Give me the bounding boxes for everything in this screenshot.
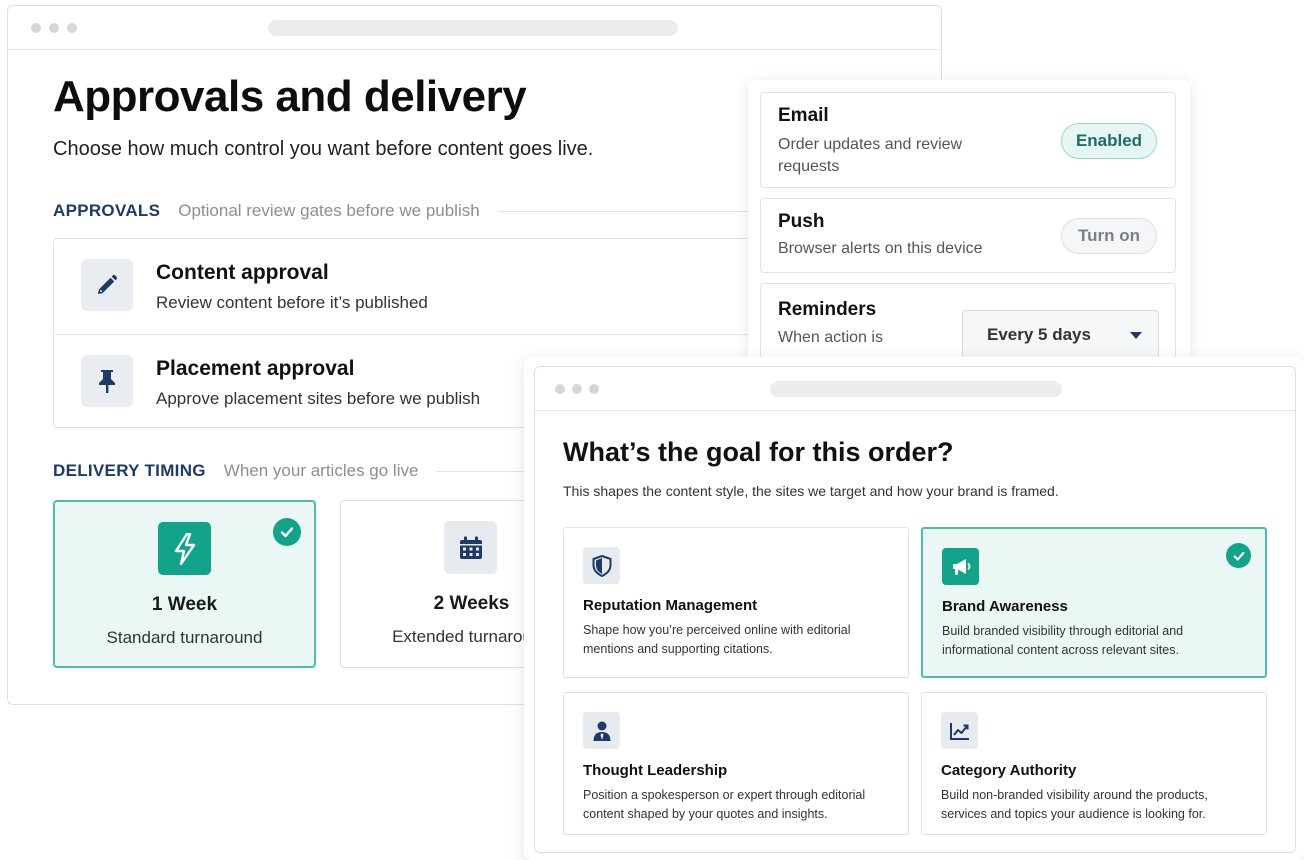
person-icon <box>583 712 620 749</box>
caret-down-icon <box>1130 332 1142 339</box>
goal-window-frame: What’s the goal for this order? This sha… <box>524 357 1304 860</box>
page-title: Approvals and delivery <box>53 72 527 121</box>
calendar-icon <box>444 521 497 574</box>
window-dot <box>67 23 77 33</box>
approval-description: Review content before it’s published <box>156 293 428 312</box>
pin-icon <box>81 355 133 407</box>
goal-description: Build non-branded visibility around the … <box>941 788 1208 821</box>
goal-description: Shape how you’re perceived online with e… <box>583 623 851 656</box>
window-dot <box>589 384 599 394</box>
address-bar[interactable] <box>268 20 678 36</box>
goal-description: Build branded visibility through editori… <box>942 624 1184 657</box>
section-label: APPROVALS <box>53 201 161 220</box>
section-description: Optional review gates before we publish <box>178 201 480 220</box>
window-dot <box>31 23 41 33</box>
approval-description: Approve placement sites before we publis… <box>156 389 481 408</box>
notification-title: Email <box>778 105 829 126</box>
goal-option-brand-awareness[interactable]: Brand Awareness Build branded visibility… <box>921 527 1267 678</box>
line-chart-icon <box>941 712 978 749</box>
check-icon <box>273 518 301 546</box>
goal-title: Brand Awareness <box>942 598 1068 615</box>
notification-description: When action is <box>778 329 883 346</box>
approval-title: Placement approval <box>156 357 355 380</box>
reminder-frequency-select[interactable]: Every 5 days <box>962 310 1159 360</box>
section-label: DELIVERY TIMING <box>53 461 206 480</box>
window-titlebar <box>535 367 1295 411</box>
push-turn-on-button[interactable]: Turn on <box>1061 218 1157 254</box>
delivery-option-1-week[interactable]: 1 Week Standard turnaround <box>53 500 316 668</box>
push-notification-card: Push Browser alerts on this device Turn … <box>760 198 1176 273</box>
goal-title: Category Authority <box>941 762 1077 779</box>
window-titlebar <box>8 6 941 50</box>
notification-title: Reminders <box>778 299 877 320</box>
pencil-icon <box>81 259 133 311</box>
delivery-option-description: Standard turnaround <box>106 628 263 647</box>
page-title: What’s the goal for this order? <box>563 437 954 467</box>
select-value: Every 5 days <box>987 325 1091 344</box>
goal-option-thought-leadership[interactable]: Thought Leadership Position a spokespers… <box>563 692 909 835</box>
page-subtitle: Choose how much control you want before … <box>53 138 594 160</box>
goal-title: Reputation Management <box>583 597 758 614</box>
goal-description: Position a spokesperson or expert throug… <box>583 788 866 821</box>
email-enabled-toggle[interactable]: Enabled <box>1061 123 1157 159</box>
window-dot <box>49 23 59 33</box>
notifications-panel: Email Order updates and review requests … <box>748 80 1190 373</box>
megaphone-icon <box>942 548 979 585</box>
notification-description: Order updates and review requests <box>778 136 963 175</box>
goal-option-reputation-management[interactable]: Reputation Management Shape how you’re p… <box>563 527 909 678</box>
window-dot <box>572 384 582 394</box>
goal-title: Thought Leadership <box>583 762 728 779</box>
goal-option-category-authority[interactable]: Category Authority Build non-branded vis… <box>921 692 1267 835</box>
section-description: When your articles go live <box>223 461 419 480</box>
approval-title: Content approval <box>156 261 329 284</box>
check-icon <box>1226 543 1251 568</box>
shield-icon <box>583 547 620 584</box>
page-subtitle: This shapes the content style, the sites… <box>563 483 1059 499</box>
goal-window: What’s the goal for this order? This sha… <box>534 366 1296 853</box>
email-notification-card: Email Order updates and review requests … <box>760 92 1176 188</box>
address-bar[interactable] <box>770 381 1062 397</box>
delivery-option-title: 1 Week <box>151 594 218 615</box>
window-dot <box>555 384 565 394</box>
notification-description: Browser alerts on this device <box>778 240 983 257</box>
notification-title: Push <box>778 211 825 232</box>
lightning-icon <box>158 522 211 575</box>
